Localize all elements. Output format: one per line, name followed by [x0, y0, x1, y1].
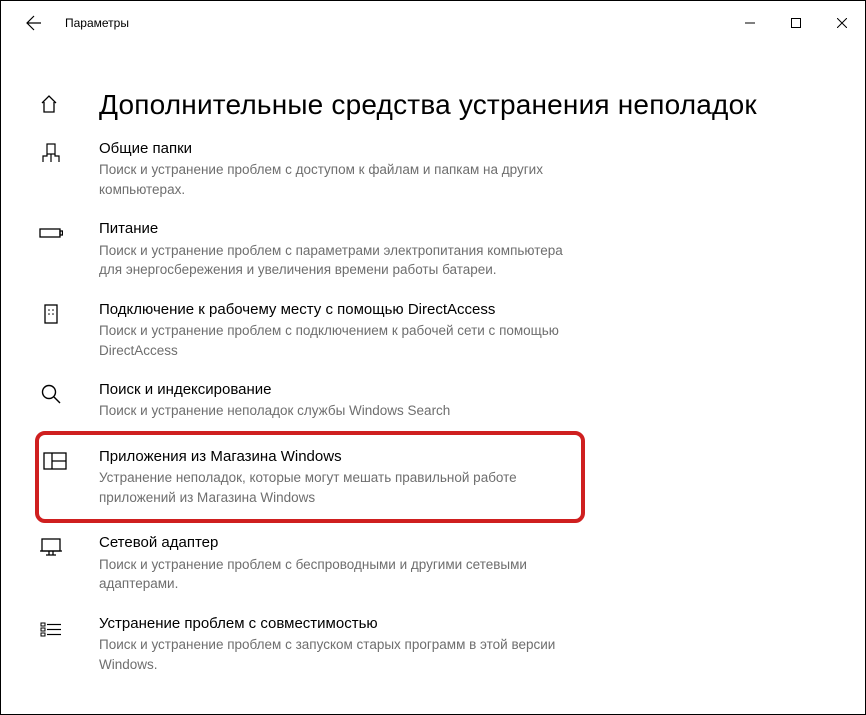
- maximize-icon: [791, 18, 801, 28]
- power-icon: [39, 221, 63, 245]
- window-title: Параметры: [65, 16, 129, 30]
- back-button[interactable]: [19, 8, 49, 38]
- troubleshooter-title: Сетевой адаптер: [99, 533, 589, 553]
- content-area: Дополнительные средства устранения непол…: [1, 89, 865, 684]
- troubleshooter-desc: Поиск и устранение проблем с подключение…: [99, 321, 589, 360]
- close-icon: [837, 18, 847, 28]
- arrow-left-icon: [26, 15, 42, 31]
- store-apps-icon: [43, 449, 67, 473]
- minimize-button[interactable]: [727, 7, 773, 39]
- troubleshooter-desc: Поиск и устранение проблем с доступом к …: [99, 160, 589, 199]
- network-adapter-icon: [39, 535, 63, 559]
- troubleshooter-shared-folders[interactable]: Общие папки Поиск и устранение проблем с…: [39, 129, 825, 209]
- troubleshooter-desc: Поиск и устранение проблем с параметрами…: [99, 241, 589, 280]
- page-title: Дополнительные средства устранения непол…: [99, 89, 757, 121]
- troubleshooter-power[interactable]: Питание Поиск и устранение проблем с пар…: [39, 209, 825, 289]
- troubleshooter-desc: Поиск и устранение проблем с беспроводны…: [99, 555, 589, 594]
- shared-folders-icon: [39, 141, 63, 165]
- troubleshooter-network-adapter[interactable]: Сетевой адаптер Поиск и устранение пробл…: [39, 523, 825, 603]
- troubleshooter-title: Общие папки: [99, 139, 589, 159]
- compatibility-icon: [39, 616, 63, 640]
- troubleshooter-title: Подключение к рабочему месту с помощью D…: [99, 300, 589, 320]
- troubleshooter-store-apps[interactable]: Приложения из Магазина Windows Устранени…: [35, 431, 585, 523]
- directaccess-icon: [39, 302, 63, 326]
- titlebar: Параметры: [1, 1, 865, 45]
- search-index-icon: [39, 382, 63, 406]
- troubleshooter-search-index[interactable]: Поиск и индексирование Поиск и устранени…: [39, 370, 825, 431]
- window-controls: [727, 7, 865, 39]
- troubleshooter-title: Питание: [99, 219, 589, 239]
- troubleshooter-compatibility[interactable]: Устранение проблем с совместимостью Поис…: [39, 604, 825, 684]
- troubleshooter-title: Поиск и индексирование: [99, 380, 450, 400]
- header-row: Дополнительные средства устранения непол…: [39, 89, 825, 121]
- close-button[interactable]: [819, 7, 865, 39]
- home-icon[interactable]: [39, 94, 61, 116]
- troubleshooter-title: Приложения из Магазина Windows: [99, 447, 571, 467]
- troubleshooter-desc: Поиск и устранение неполадок службы Wind…: [99, 401, 450, 421]
- troubleshooter-desc: Устранение неполадок, которые могут меша…: [99, 468, 571, 507]
- troubleshooter-title: Устранение проблем с совместимостью: [99, 614, 589, 634]
- troubleshooter-list: Общие папки Поиск и устранение проблем с…: [39, 129, 825, 684]
- troubleshooter-directaccess[interactable]: Подключение к рабочему месту с помощью D…: [39, 290, 825, 370]
- minimize-icon: [745, 18, 755, 28]
- troubleshooter-desc: Поиск и устранение проблем с запуском ст…: [99, 635, 589, 674]
- maximize-button[interactable]: [773, 7, 819, 39]
